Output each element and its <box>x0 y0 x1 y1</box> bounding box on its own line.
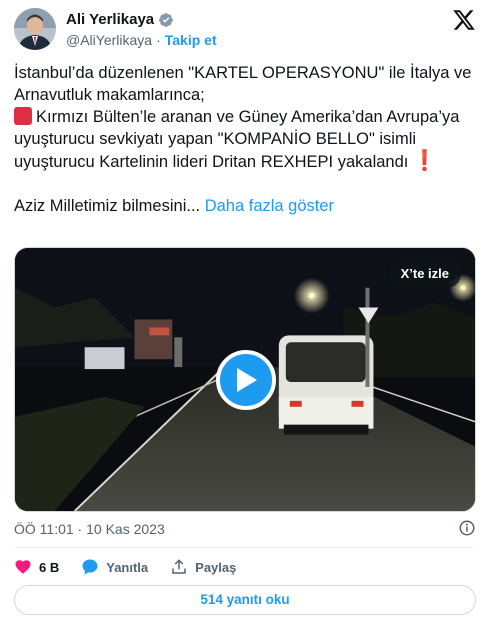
author-handle[interactable]: @AliYerlikaya <box>66 32 152 48</box>
tweet-meta: ÖÖ 11:01 · 10 Kas 2023 <box>14 519 476 537</box>
share-label: Paylaş <box>195 559 237 575</box>
avatar[interactable] <box>14 8 56 50</box>
like-button[interactable]: 6 B <box>14 558 59 576</box>
tweet-text: İstanbul’da düzenlenen "KARTEL OPERASYON… <box>14 62 476 217</box>
tweet-text-line-2: Kırmızı Bülten’le aranan ve Güney Amerik… <box>14 106 476 173</box>
watch-on-x-button[interactable]: X’te izle <box>388 260 461 288</box>
author-handle-row: @AliYerlikaya · Takip et <box>66 32 217 48</box>
tweet-text-line-2-content: Kırmızı Bülten’le aranan ve Güney Amerik… <box>14 108 460 171</box>
red-square-icon <box>14 107 32 125</box>
reply-label: Yanıtla <box>106 559 149 575</box>
share-upload-icon <box>172 559 186 574</box>
video-player[interactable]: X’te izle <box>14 247 476 512</box>
author-name[interactable]: Ali Yerlikaya <box>66 11 154 28</box>
like-count: 6 B <box>39 559 60 575</box>
play-icon <box>237 368 257 392</box>
verified-badge-icon <box>159 12 173 27</box>
tweet-header: Ali Yerlikaya @AliYerlikaya · Takip et <box>14 8 476 52</box>
divider <box>14 547 476 548</box>
info-icon[interactable] <box>458 519 476 537</box>
show-more-link[interactable]: Daha fazla göster <box>205 197 334 215</box>
exclamation-icon: ❗ <box>412 150 438 172</box>
play-button[interactable] <box>216 350 276 410</box>
tweet-card: Ali Yerlikaya @AliYerlikaya · Takip et İ… <box>0 0 489 622</box>
share-button[interactable]: Paylaş <box>170 558 236 576</box>
follow-button[interactable]: Takip et <box>165 32 217 48</box>
tweet-text-line-3-content: Aziz Milletimiz bilmesini... <box>14 197 201 215</box>
reply-button[interactable]: Yanıtla <box>81 558 148 576</box>
read-replies-button[interactable]: 514 yanıtı oku <box>14 585 476 615</box>
timestamp[interactable]: ÖÖ 11:01 · 10 Kas 2023 <box>14 521 165 537</box>
separator-dot: · <box>156 32 161 48</box>
action-bar: 6 B Yanıtla Paylaş <box>14 556 236 578</box>
author-name-row: Ali Yerlikaya <box>66 11 174 28</box>
x-logo-icon[interactable] <box>452 8 476 32</box>
reply-bubble-icon <box>82 559 98 575</box>
heart-icon <box>15 560 31 574</box>
tweet-text-line-1: İstanbul’da düzenlenen "KARTEL OPERASYON… <box>14 64 472 104</box>
tweet-text-line-3: Aziz Milletimiz bilmesini... Daha fazla … <box>14 195 476 217</box>
